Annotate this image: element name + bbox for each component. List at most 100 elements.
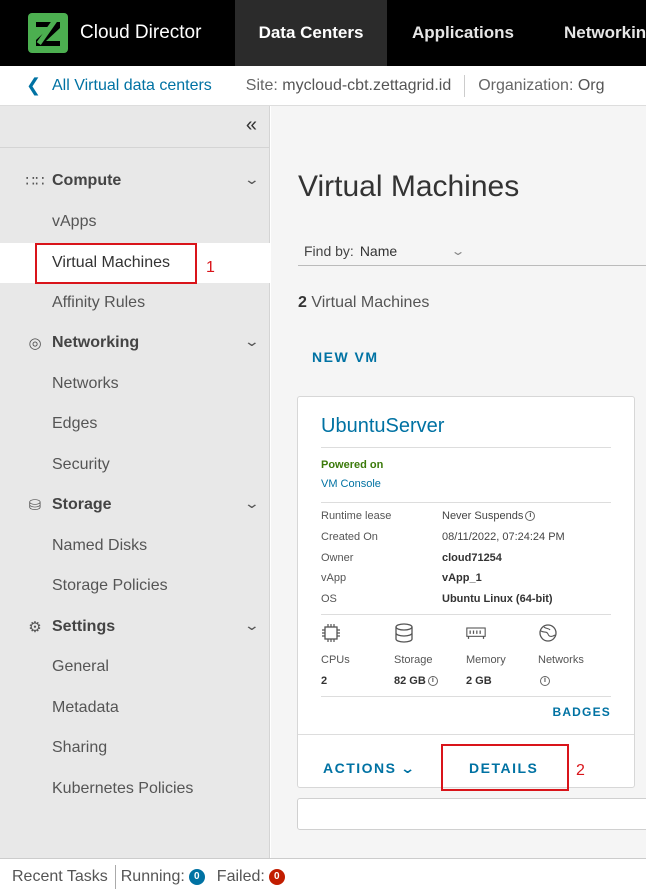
info-icon[interactable]: i	[427, 676, 438, 687]
sidebar-item-metadata[interactable]: Metadata	[0, 688, 270, 728]
sidebar-section-networking[interactable]: ◎ Networking ⌄	[0, 323, 270, 363]
power-status: Powered on	[321, 459, 384, 471]
sidebar-section-label: Compute	[52, 172, 122, 189]
recent-tasks-link[interactable]: Recent Tasks	[12, 868, 108, 886]
card-divider	[321, 502, 611, 503]
brand-title: Cloud Director	[80, 22, 202, 43]
sidebar: « ∷∷ Compute ⌄ vApps Virtual Machines Af…	[0, 106, 270, 858]
annotation-number-1: 1	[206, 259, 215, 276]
card-divider	[321, 614, 611, 615]
find-by-select[interactable]: Find by: Name ⌄	[298, 236, 646, 266]
resource-value: 82 GB i	[394, 675, 474, 687]
resource-memory: Memory 2 GB	[466, 623, 546, 687]
double-chevron-left-icon[interactable]: «	[246, 114, 257, 137]
resource-storage: Storage 82 GB i	[394, 623, 474, 687]
chevron-down-icon[interactable]: ⌄	[244, 171, 260, 188]
failed-label: Failed:	[216, 868, 265, 885]
compute-icon: ∷∷	[25, 173, 45, 190]
failed-count-badge[interactable]: 0	[268, 869, 285, 885]
prop-key: vApp	[321, 572, 347, 584]
all-vdc-link[interactable]: All Virtual data centers	[52, 77, 212, 95]
sidebar-item-named-disks[interactable]: Named Disks	[0, 526, 270, 566]
card-divider	[321, 447, 611, 448]
chevron-down-icon[interactable]: ⌄	[450, 244, 465, 258]
prop-value: cloud71254	[442, 552, 502, 564]
network-icon: ◎	[28, 335, 42, 352]
info-icon[interactable]: i	[540, 676, 550, 687]
annotation-box-2	[441, 744, 569, 791]
chevron-down-icon[interactable]: ⌄	[244, 333, 260, 350]
storage-icon: ⛁	[28, 497, 42, 514]
prop-value: Never Suspends i	[442, 510, 536, 522]
prop-value: 08/11/2022, 07:24:24 PM	[442, 531, 565, 543]
chevron-down-icon[interactable]: ⌄	[244, 495, 260, 512]
site-value: mycloud-cbt.zettagrid.id	[282, 76, 452, 94]
card-divider	[321, 696, 611, 697]
sidebar-section-label: Storage	[52, 496, 112, 513]
cpu-icon	[322, 624, 340, 642]
actions-dropdown[interactable]: ACTIONS ⌄	[323, 760, 415, 777]
nav-tab-networking[interactable]: Networking	[540, 0, 646, 66]
sidebar-section-compute[interactable]: ∷∷ Compute ⌄	[0, 161, 270, 201]
network-icon	[539, 624, 557, 642]
sidebar-collapse-row: «	[0, 106, 269, 148]
sidebar-section-settings[interactable]: ⚙ Settings ⌄	[0, 607, 270, 647]
zettagrid-logo-icon[interactable]	[28, 13, 68, 53]
find-by-value: Name	[359, 242, 398, 259]
gear-icon: ⚙	[28, 619, 42, 636]
sidebar-item-sharing[interactable]: Sharing	[0, 728, 270, 768]
sidebar-item-security[interactable]: Security	[0, 445, 270, 485]
sidebar-item-edges[interactable]: Edges	[0, 404, 270, 444]
vm-name-link[interactable]: UbuntuServer	[321, 415, 444, 438]
sidebar-section-storage[interactable]: ⛁ Storage ⌄	[0, 485, 270, 525]
breadcrumb-divider	[464, 74, 466, 97]
resource-value: 2 GB	[466, 675, 492, 687]
sidebar-item-networks[interactable]: Networks	[0, 364, 270, 404]
sidebar-item-storage-policies[interactable]: Storage Policies	[0, 566, 270, 606]
resource-cpus: CPUs 2	[321, 623, 401, 687]
memory-icon	[466, 627, 486, 639]
resource-label: Memory	[466, 654, 506, 666]
bottom-bar: Recent Tasks Running: 0 Failed: 0	[0, 858, 646, 895]
badges-button[interactable]: BADGES	[552, 705, 611, 719]
page-title: Virtual Machines	[298, 170, 520, 203]
vm-count: 2 Virtual Machines	[298, 294, 430, 311]
nav-tab-data-centers[interactable]: Data Centers	[235, 0, 387, 66]
org-value: Org	[577, 76, 605, 94]
annotation-box-1	[35, 243, 197, 284]
sidebar-item-affinity-rules[interactable]: Affinity Rules	[0, 283, 270, 323]
resource-value: i	[538, 675, 618, 687]
vm-card: UbuntuServer Powered on VM Console Runti…	[297, 396, 635, 788]
prop-key: Owner	[321, 552, 354, 564]
prop-value: Ubuntu Linux (64-bit)	[442, 593, 553, 605]
sidebar-item-kubernetes-policies[interactable]: Kubernetes Policies	[0, 769, 270, 809]
resource-label: Storage	[394, 654, 433, 666]
prop-value: vApp_1	[442, 572, 482, 584]
site-label: Site: mycloud-cbt.zettagrid.id	[245, 76, 452, 94]
resource-label: Networks	[538, 654, 584, 666]
sidebar-section-label: Networking	[52, 334, 140, 351]
org-label: Organization: Org	[478, 76, 605, 94]
vm-card	[297, 798, 646, 830]
breadcrumb: ❮ All Virtual data centers Site: mycloud…	[0, 66, 646, 106]
prop-key: Created On	[321, 531, 378, 543]
storage-icon	[395, 623, 413, 643]
running-count-badge[interactable]: 0	[188, 869, 205, 885]
resource-networks: Networks i	[538, 623, 618, 687]
sidebar-item-vapps[interactable]: vApps	[0, 202, 270, 242]
annotation-number-2: 2	[576, 762, 585, 779]
prop-key: Runtime lease	[321, 510, 392, 522]
sidebar-item-general[interactable]: General	[0, 647, 270, 687]
chevron-down-icon: ⌄	[399, 760, 418, 776]
new-vm-button[interactable]: NEW VM	[312, 349, 379, 365]
info-icon[interactable]: i	[525, 511, 536, 522]
running-label: Running:	[120, 868, 185, 885]
prop-key: OS	[321, 593, 337, 605]
resource-value: 2	[321, 675, 328, 687]
nav-tab-applications[interactable]: Applications	[387, 0, 539, 66]
top-nav: Cloud Director Data Centers Applications…	[0, 0, 646, 66]
chevron-down-icon[interactable]: ⌄	[244, 617, 260, 634]
resource-label: CPUs	[321, 654, 350, 666]
vm-console-link[interactable]: VM Console	[321, 478, 381, 490]
chevron-left-icon[interactable]: ❮	[26, 75, 46, 96]
